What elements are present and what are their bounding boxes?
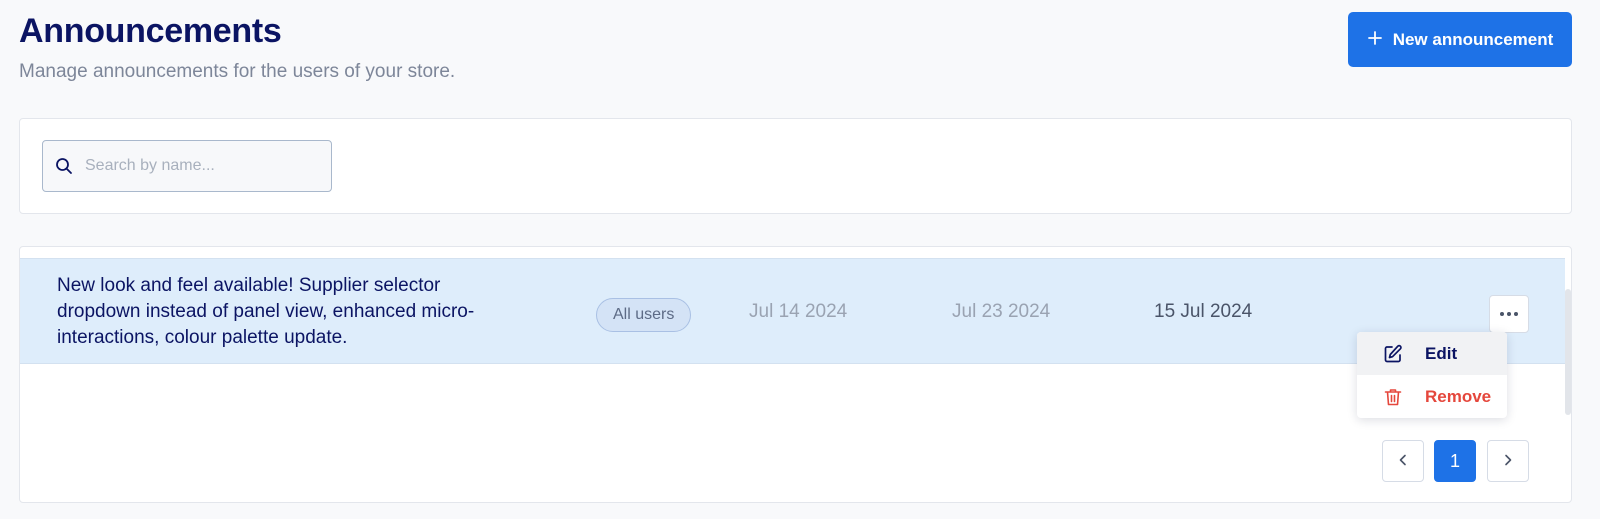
more-horizontal-icon xyxy=(1500,312,1504,316)
table-scrollbar[interactable] xyxy=(1565,289,1571,415)
announcement-title: New look and feel available! Supplier se… xyxy=(57,275,475,348)
menu-item-remove[interactable]: Remove xyxy=(1357,375,1507,418)
start-date: Jul 14 2024 xyxy=(749,301,848,322)
search-icon xyxy=(55,156,75,176)
row-actions-menu: Edit Remove xyxy=(1357,332,1507,418)
chevron-right-icon xyxy=(1502,454,1514,469)
new-announcement-label: New announcement xyxy=(1392,29,1554,49)
chevron-left-icon xyxy=(1397,454,1409,469)
menu-item-edit-label: Edit xyxy=(1425,343,1458,363)
created-date: 15 Jul 2024 xyxy=(1154,301,1253,322)
search-box[interactable] xyxy=(42,140,332,192)
announcements-table: New look and feel available! Supplier se… xyxy=(19,246,1572,503)
new-announcement-button[interactable]: New announcement xyxy=(1348,12,1572,67)
table-row[interactable]: New look and feel available! Supplier se… xyxy=(20,258,1565,364)
next-page-button[interactable] xyxy=(1487,440,1529,482)
menu-item-remove-label: Remove xyxy=(1425,386,1492,406)
search-input[interactable] xyxy=(85,157,315,175)
prev-page-button[interactable] xyxy=(1382,440,1424,482)
filter-panel xyxy=(19,118,1572,214)
pencil-icon xyxy=(1383,344,1403,364)
page-button-current[interactable]: 1 xyxy=(1434,440,1476,482)
trash-icon xyxy=(1383,387,1403,407)
page-subtitle: Manage announcements for the users of yo… xyxy=(19,61,456,82)
end-date: Jul 23 2024 xyxy=(952,301,1051,322)
row-actions-button[interactable] xyxy=(1489,295,1529,333)
plus-icon xyxy=(1367,28,1383,50)
page-title: Announcements xyxy=(19,12,282,50)
audience-badge: All users xyxy=(596,298,692,332)
menu-item-edit[interactable]: Edit xyxy=(1357,332,1507,375)
